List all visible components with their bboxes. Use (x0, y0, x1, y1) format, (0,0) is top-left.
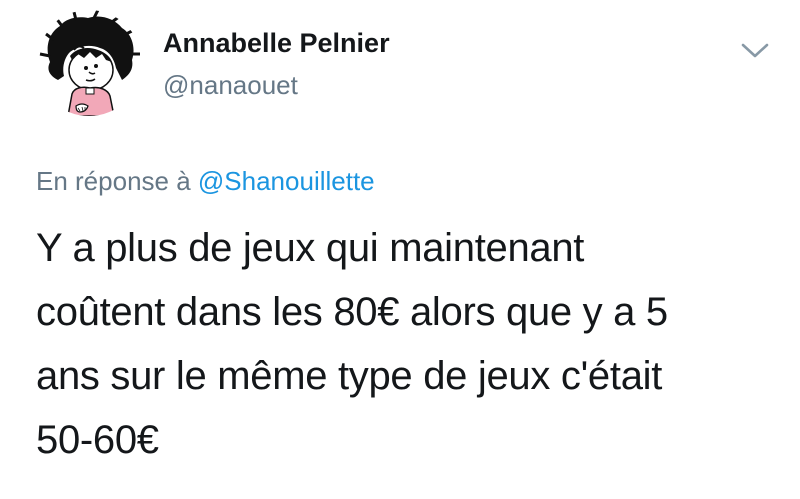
tweet-text-line: 50-60€ (36, 418, 159, 462)
tweet-text-line: coûtent dans les 80€ alors que y a 5 (36, 290, 668, 334)
tweet-menu-button[interactable] (738, 36, 772, 64)
reply-prefix: En réponse à (36, 166, 191, 196)
reply-mention-link[interactable]: @Shanouillette (198, 166, 375, 196)
tweet-text: Y a plus de jeux qui maintenant coûtent … (36, 216, 776, 472)
author-display-name[interactable]: Annabelle Pelnier (163, 28, 390, 59)
avatar[interactable] (36, 10, 142, 116)
tweet-text-line: Y a plus de jeux qui maintenant (36, 226, 585, 270)
tweet-card: Annabelle Pelnier @nanaouet En réponse à… (0, 0, 800, 499)
reply-context: En réponse à @Shanouillette (36, 166, 375, 197)
tweet-text-line: ans sur le même type de jeux c'était (36, 354, 663, 398)
chevron-down-icon (741, 43, 769, 58)
author-handle[interactable]: @nanaouet (163, 70, 298, 101)
mafalda-avatar-icon (39, 10, 140, 116)
